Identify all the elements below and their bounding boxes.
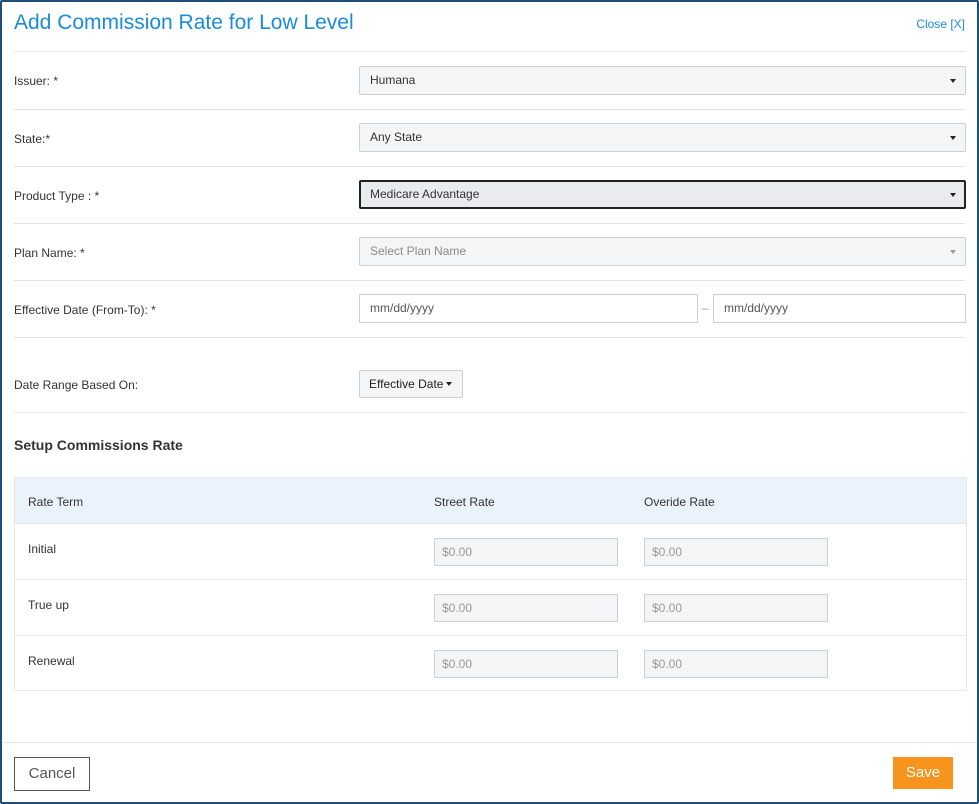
close-link[interactable]: Close [X] <box>916 17 965 31</box>
footer-divider <box>2 742 977 743</box>
divider <box>14 109 965 110</box>
commission-rate-dialog: Add Commission Rate for Low Level Close … <box>0 0 979 804</box>
street-rate-input[interactable]: $0.00 <box>434 594 618 622</box>
table-row: Renewal $0.00 $0.00 <box>15 636 966 692</box>
save-button[interactable]: Save <box>893 757 953 789</box>
state-value: Any State <box>370 130 423 144</box>
divider <box>14 166 965 167</box>
divider <box>14 51 965 52</box>
product-type-value: Medicare Advantage <box>370 187 480 201</box>
issuer-value: Humana <box>370 73 416 87</box>
product-type-select[interactable]: Medicare Advantage <box>359 180 966 209</box>
effective-date-from-input[interactable]: mm/dd/yyyy <box>359 294 698 323</box>
section-title: Setup Commissions Rate <box>14 437 183 453</box>
table-row: Initial $0.00 $0.00 <box>15 524 966 580</box>
issuer-select[interactable]: Humana <box>359 66 966 95</box>
rate-term-cell: True up <box>28 598 69 612</box>
plan-name-placeholder: Select Plan Name <box>370 244 467 258</box>
state-label: State:* <box>14 132 51 146</box>
caret-down-icon <box>950 250 956 254</box>
plan-name-label: Plan Name: * <box>14 246 85 260</box>
state-select[interactable]: Any State <box>359 123 966 152</box>
date-separator: – <box>702 301 709 315</box>
divider <box>14 223 965 224</box>
rate-term-cell: Renewal <box>28 654 75 668</box>
header-rate-term: Rate Term <box>28 495 84 509</box>
caret-down-icon <box>446 382 452 386</box>
override-rate-input[interactable]: $0.00 <box>644 650 828 678</box>
header-street-rate: Street Rate <box>434 495 495 509</box>
divider <box>14 280 965 281</box>
rate-term-cell: Initial <box>28 542 57 556</box>
issuer-label: Issuer: * <box>14 74 59 88</box>
effective-date-label: Effective Date (From-To): * <box>14 303 156 317</box>
divider <box>14 337 965 338</box>
commission-rate-table: Rate Term Street Rate Overide Rate Initi… <box>14 477 967 691</box>
product-type-label: Product Type : * <box>14 189 100 203</box>
table-header: Rate Term Street Rate Overide Rate <box>15 478 966 524</box>
effective-date-to-input[interactable]: mm/dd/yyyy <box>713 294 966 323</box>
cancel-button[interactable]: Cancel <box>14 757 90 791</box>
dialog-title: Add Commission Rate for Low Level <box>14 11 354 34</box>
date-range-value: Effective Date <box>369 377 444 391</box>
override-rate-input[interactable]: $0.00 <box>644 594 828 622</box>
caret-down-icon <box>950 136 956 140</box>
street-rate-input[interactable]: $0.00 <box>434 538 618 566</box>
caret-down-icon <box>950 193 956 197</box>
divider <box>14 412 965 413</box>
header-override-rate: Overide Rate <box>644 495 715 509</box>
date-range-dropdown[interactable]: Effective Date <box>359 370 463 398</box>
table-row: True up $0.00 $0.00 <box>15 580 966 636</box>
caret-down-icon <box>950 79 956 83</box>
override-rate-input[interactable]: $0.00 <box>644 538 828 566</box>
street-rate-input[interactable]: $0.00 <box>434 650 618 678</box>
date-range-label: Date Range Based On: <box>14 378 139 392</box>
plan-name-select[interactable]: Select Plan Name <box>359 237 966 266</box>
